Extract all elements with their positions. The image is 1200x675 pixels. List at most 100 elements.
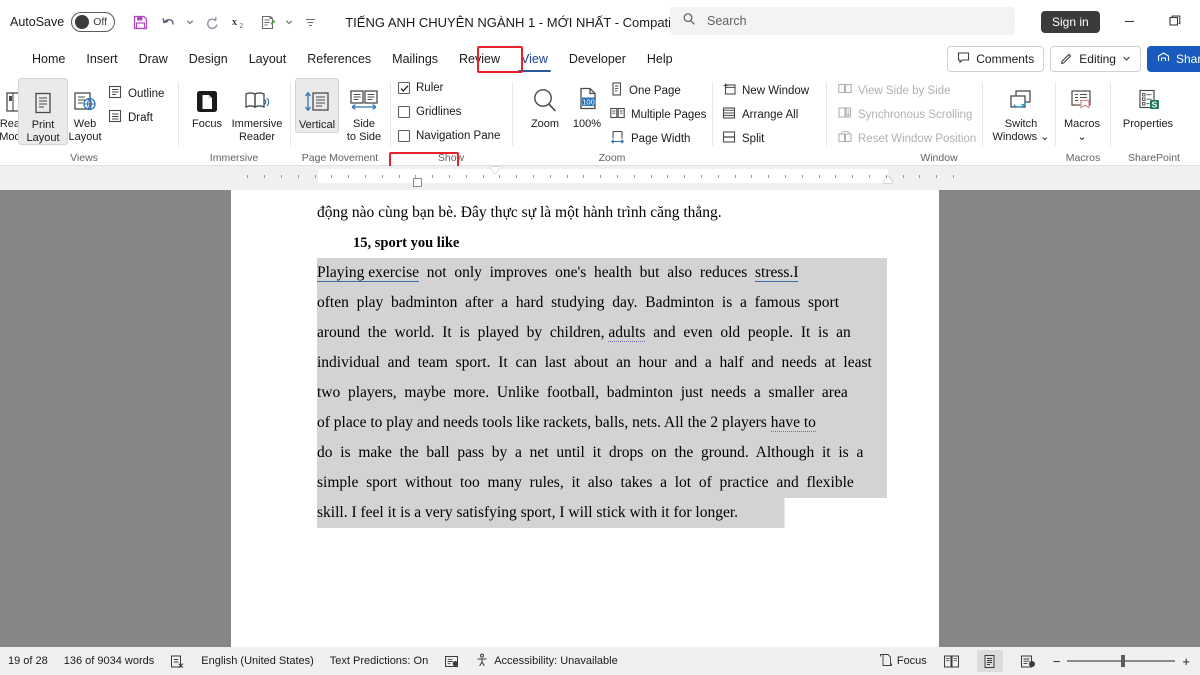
ruler-tick (667, 175, 668, 178)
ruler-tick (466, 175, 467, 178)
focus-mode-icon (879, 653, 893, 670)
sign-in-button[interactable]: Sign in (1041, 11, 1100, 33)
tab-view[interactable]: View (511, 48, 558, 70)
view-side-by-side-button[interactable]: View Side by Side (838, 82, 950, 99)
save-icon[interactable] (127, 9, 153, 35)
editing-mode-button[interactable]: Editing (1050, 46, 1141, 72)
quick-access-toolbar: x2 (127, 9, 323, 35)
switch-windows-icon (1006, 82, 1036, 116)
tab-home[interactable]: Home (22, 48, 75, 70)
display-settings-icon[interactable] (444, 654, 459, 669)
side-to-side-button[interactable]: Sideto Side (342, 78, 386, 143)
proofing-errors-icon[interactable] (170, 654, 185, 669)
customize-qat-icon[interactable] (297, 9, 323, 35)
focus-mode-button[interactable]: Focus (879, 653, 927, 670)
svg-text:2: 2 (239, 22, 243, 30)
redo-icon[interactable] (198, 9, 224, 35)
language-indicator[interactable]: English (United States) (201, 655, 314, 667)
ruler-tick (331, 175, 332, 178)
draft-button[interactable]: Draft (108, 109, 153, 126)
page-width-button[interactable]: Page Width (610, 130, 690, 147)
ruler-tick (953, 175, 954, 178)
multiple-pages-button[interactable]: Multiple Pages (610, 106, 706, 123)
word-count-indicator[interactable]: 136 of 9034 words (64, 655, 155, 667)
new-window-button[interactable]: New Window (722, 82, 809, 99)
navigation-pane-checkbox[interactable]: Navigation Pane (398, 130, 500, 142)
gridlines-checkbox[interactable]: Gridlines (398, 106, 461, 118)
properties-button[interactable]: S Properties (1116, 78, 1180, 131)
body-line: two players, maybe more. Unlike football… (317, 378, 887, 408)
tab-draw[interactable]: Draw (129, 48, 178, 70)
svg-text:x: x (232, 17, 237, 28)
tab-references[interactable]: References (297, 48, 381, 70)
one-page-button[interactable]: One Page (610, 82, 681, 99)
print-layout-icon (30, 83, 56, 117)
reset-window-position-button[interactable]: Reset Window Position (838, 130, 976, 147)
text-predictions-indicator[interactable]: Text Predictions: On (330, 655, 428, 667)
body-line: do is make the ball pass by a net until … (317, 438, 887, 468)
search-placeholder: Search (707, 14, 747, 28)
subscript-icon[interactable]: x2 (226, 9, 252, 35)
minimize-button[interactable] (1112, 8, 1146, 34)
tab-review[interactable]: Review (449, 48, 510, 70)
header-right-buttons: Comments Editing Share (947, 46, 1200, 72)
tab-layout[interactable]: Layout (239, 48, 297, 70)
editing-label: Editing (1079, 52, 1116, 66)
switch-windows-button[interactable]: SwitchWindows ⌄ (992, 78, 1050, 143)
tab-mailings[interactable]: Mailings (382, 48, 448, 70)
share-button[interactable]: Share (1147, 46, 1200, 72)
focus-label: Focus (897, 655, 927, 667)
zoom-out-button[interactable]: − (1053, 654, 1061, 669)
web-layout-view-button[interactable] (1015, 650, 1041, 672)
horizontal-ruler[interactable] (230, 166, 970, 190)
web-layout-icon (71, 82, 99, 116)
zoom-slider-track[interactable] (1067, 660, 1175, 662)
web-layout-button[interactable]: WebLayout (60, 78, 110, 143)
ruler-tick (768, 175, 769, 178)
ruler-tick (583, 175, 584, 178)
tab-design[interactable]: Design (179, 48, 238, 70)
macros-button[interactable]: Macros⌄ (1057, 78, 1107, 143)
zoom-in-button[interactable]: + (1182, 654, 1190, 669)
search-box[interactable]: Search (670, 7, 1015, 35)
tab-help[interactable]: Help (637, 48, 683, 70)
paragraph-heading: 15, sport you like (353, 228, 887, 258)
vertical-scroll-button[interactable]: Vertical (295, 78, 339, 133)
zoom-slider-thumb[interactable] (1121, 655, 1125, 667)
comments-button[interactable]: Comments (947, 46, 1044, 72)
undo-icon[interactable] (155, 9, 181, 35)
ruler-bar-container (0, 166, 1200, 190)
zoom-slider[interactable]: − + (1053, 654, 1190, 669)
ruler-checkbox[interactable]: Ruler (398, 82, 443, 94)
synchronous-scrolling-button[interactable]: Synchronous Scrolling (838, 106, 972, 123)
accessibility-indicator[interactable]: Accessibility: Unavailable (475, 653, 618, 670)
undo-dropdown-icon[interactable] (183, 9, 196, 35)
focus-button[interactable]: Focus (182, 78, 232, 131)
autosave-toggle[interactable]: Off (71, 12, 115, 32)
arrange-all-label: Arrange All (742, 109, 798, 121)
read-mode-view-button[interactable] (939, 650, 965, 672)
document-text-body[interactable]: động nào cùng bạn bè. Đây thực sự là một… (317, 198, 887, 528)
arrange-all-button[interactable]: Arrange All (722, 106, 798, 123)
first-line-indent-marker[interactable] (490, 167, 500, 174)
print-layout-view-button[interactable] (977, 650, 1003, 672)
zoom-100-button[interactable]: 100 100% (562, 78, 612, 131)
autosave-control[interactable]: AutoSave Off (10, 12, 115, 32)
ruler-tick (785, 175, 786, 178)
comment-dropdown-icon[interactable] (282, 9, 295, 35)
document-title: TIẾNG ANH CHUYÊN NGÀNH 1 - MỚI NHẤT - Co… (345, 15, 707, 30)
tab-insert[interactable]: Insert (76, 48, 127, 70)
right-indent-marker[interactable] (883, 176, 893, 183)
chevron-down-icon (1122, 52, 1131, 66)
new-comment-icon[interactable] (254, 9, 280, 35)
page-indicator[interactable]: 19 of 28 (8, 655, 48, 667)
split-button[interactable]: Split (722, 130, 764, 147)
tab-developer[interactable]: Developer (559, 48, 636, 70)
restore-button[interactable] (1158, 8, 1192, 34)
ruler-tick (617, 175, 618, 178)
outline-button[interactable]: Outline (108, 85, 164, 102)
immersive-reader-button[interactable]: ImmersiveReader (228, 78, 286, 143)
left-indent-marker[interactable] (413, 178, 422, 187)
document-page[interactable]: động nào cùng bạn bè. Đây thực sự là một… (231, 190, 939, 647)
ruler-tick (315, 175, 316, 178)
